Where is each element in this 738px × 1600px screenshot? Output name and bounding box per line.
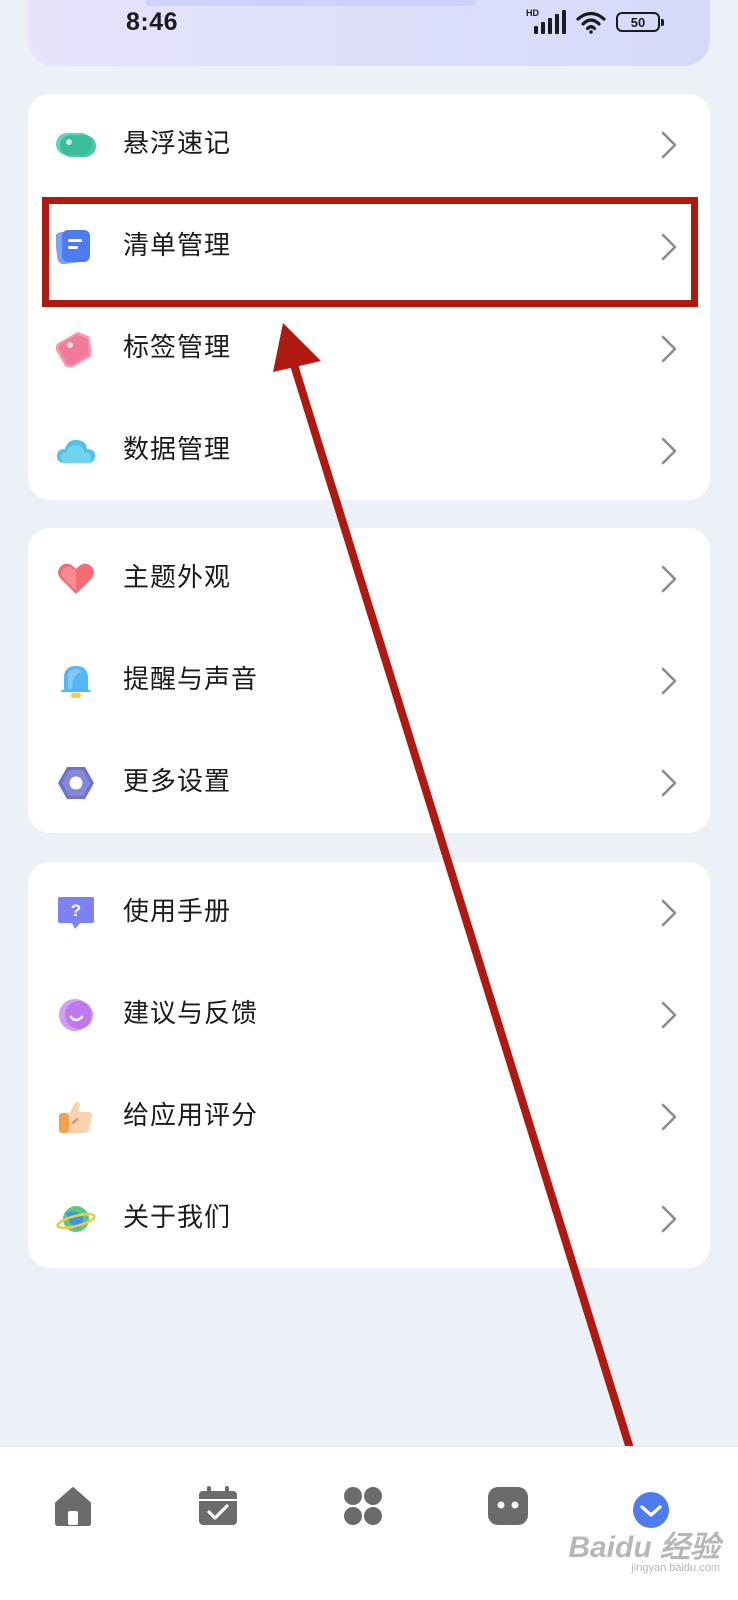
menu-item-label: 给应用评分	[123, 1101, 259, 1131]
status-time: 8:46	[126, 8, 179, 36]
menu-item-data-manage[interactable]: 数据管理	[28, 400, 710, 502]
tag-icon	[56, 331, 92, 367]
settings-group-support: ? 使用手册 建议与反馈 给应用评分 关于我们	[28, 862, 710, 1268]
help-icon: ?	[58, 897, 94, 929]
calendar-check-icon[interactable]	[195, 1483, 241, 1529]
chevron-right-icon	[661, 899, 677, 927]
menu-item-user-manual[interactable]: ? 使用手册	[28, 862, 710, 964]
menu-item-label: 提醒与声音	[123, 665, 259, 695]
apps-grid-icon[interactable]	[340, 1483, 386, 1529]
menu-item-label: 悬浮速记	[123, 129, 232, 159]
bell-icon	[60, 666, 92, 698]
status-icons: HD 50	[526, 8, 664, 34]
thumbs-up-icon	[59, 1101, 93, 1133]
bottom-navigation: Baidu 经验 jingyan.baidu.com	[0, 1446, 738, 1600]
watermark-brand: Baidu 经验	[568, 1531, 720, 1564]
menu-item-rate-app[interactable]: 给应用评分	[28, 1066, 710, 1168]
menu-item-label: 标签管理	[123, 333, 232, 363]
chat-bubble-icon[interactable]	[485, 1483, 531, 1529]
chevron-right-icon	[661, 667, 677, 695]
home-icon[interactable]	[50, 1483, 96, 1529]
menu-item-theme[interactable]: 主题外观	[28, 528, 710, 630]
status-bar: 8:46 HD 50	[28, 0, 710, 66]
chevron-right-icon	[661, 437, 677, 465]
settings-group-preferences: 主题外观 提醒与声音 更多设置	[28, 528, 710, 833]
menu-item-floating-note[interactable]: 悬浮速记	[28, 94, 710, 196]
chevron-right-icon	[661, 1205, 677, 1233]
menu-item-label: 建议与反馈	[123, 999, 259, 1029]
menu-item-label: 主题外观	[123, 563, 232, 593]
svg-text:?: ?	[71, 901, 81, 920]
heart-icon	[58, 563, 94, 594]
menu-item-feedback[interactable]: 建议与反馈	[28, 964, 710, 1066]
chevron-right-icon	[661, 1103, 677, 1131]
menu-item-label: 使用手册	[123, 897, 232, 927]
menu-item-label: 更多设置	[123, 767, 232, 797]
chevron-right-icon	[661, 335, 677, 363]
status-bar-overlay	[146, 0, 476, 6]
cloud-icon	[57, 440, 95, 463]
battery-indicator: 50	[616, 12, 664, 32]
chevron-right-icon	[661, 1001, 677, 1029]
menu-item-reminder-sound[interactable]: 提醒与声音	[28, 630, 710, 732]
menu-item-more-settings[interactable]: 更多设置	[28, 732, 710, 834]
planet-icon	[56, 1206, 96, 1232]
menu-item-label: 数据管理	[123, 435, 232, 465]
chevron-right-icon	[661, 565, 677, 593]
chevron-right-icon	[661, 769, 677, 797]
annotation-highlight-box	[42, 197, 698, 307]
feedback-icon	[59, 999, 93, 1031]
signal-icon: HD	[526, 8, 566, 34]
baidu-watermark: Baidu 经验 jingyan.baidu.com	[568, 1522, 720, 1574]
menu-item-about-us[interactable]: 关于我们	[28, 1168, 710, 1270]
chevron-right-icon	[661, 131, 677, 159]
floating-note-icon	[56, 133, 96, 157]
hex-settings-icon	[58, 767, 94, 799]
wifi-icon	[576, 11, 606, 34]
menu-item-label: 关于我们	[123, 1203, 232, 1233]
network-type-label: HD	[526, 8, 539, 18]
menu-item-tag-manage[interactable]: 标签管理	[28, 298, 710, 400]
